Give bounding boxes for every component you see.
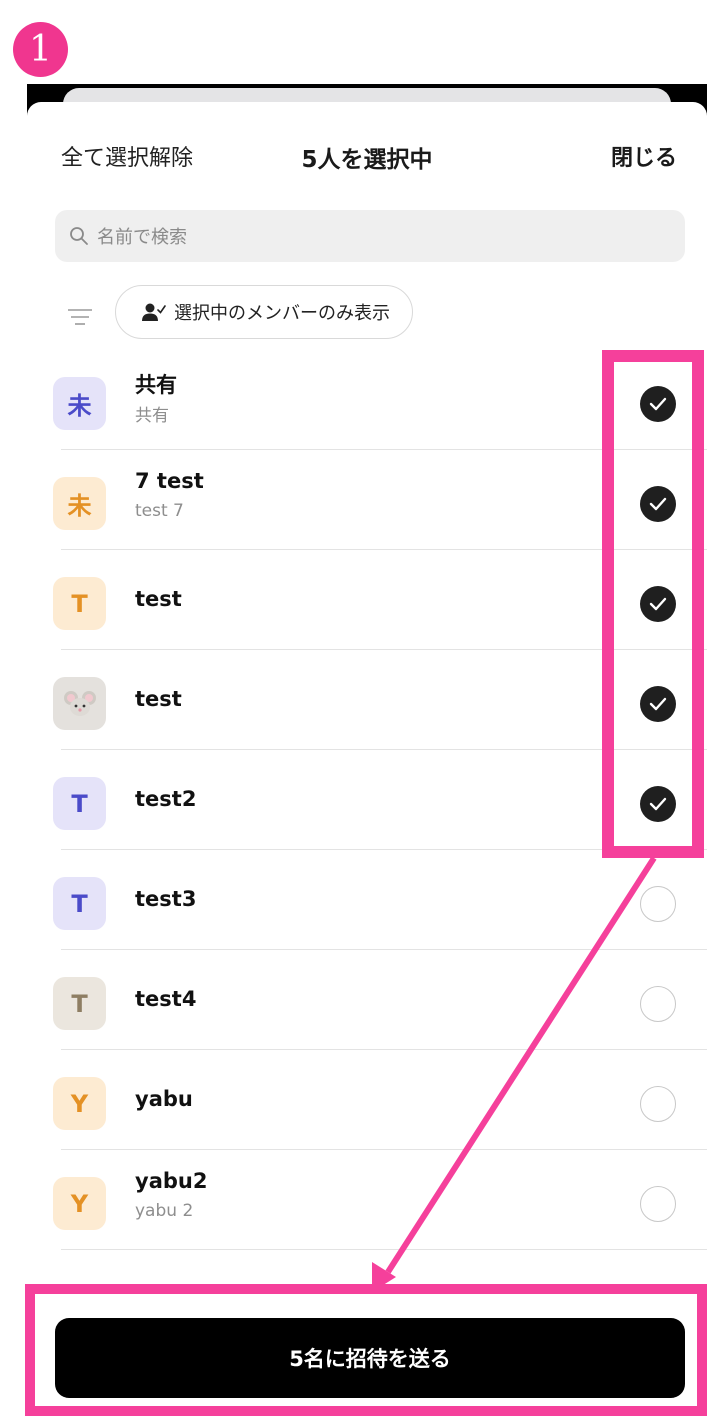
member-row[interactable]: Yyabu <box>27 1050 707 1150</box>
member-row[interactable]: Yyabu2 yabu 2 <box>27 1150 707 1250</box>
member-name: test3 <box>135 887 197 911</box>
member-avatar: T <box>53 577 106 630</box>
member-name: test4 <box>135 987 197 1011</box>
highlight-checkmarks-box <box>602 350 704 858</box>
search-input[interactable]: 名前で検索 <box>55 210 685 262</box>
member-avatar: 未 <box>53 377 106 430</box>
member-avatar: 未 <box>53 477 106 530</box>
member-subtitle: yabu 2 <box>135 1201 194 1221</box>
member-avatar: T <box>53 777 106 830</box>
member-subtitle: test 7 <box>135 501 184 521</box>
person-check-icon <box>142 303 166 321</box>
unchecked-checkbox[interactable] <box>640 1086 676 1122</box>
member-avatar: T <box>53 977 106 1030</box>
member-avatar: T <box>53 877 106 930</box>
sheet-title: 5人を選択中 <box>301 147 433 173</box>
member-name: 共有 <box>135 373 177 397</box>
unchecked-checkbox[interactable] <box>640 1186 676 1222</box>
member-row[interactable]: Ttest4 <box>27 950 707 1050</box>
member-name: test <box>135 587 182 611</box>
highlight-send-button-box <box>25 1284 707 1416</box>
search-placeholder: 名前で検索 <box>97 227 187 248</box>
member-name: test2 <box>135 787 197 811</box>
search-icon <box>70 227 88 245</box>
member-avatar: Y <box>53 1177 106 1230</box>
selected-only-filter-chip[interactable]: 選択中のメンバーのみ表示 <box>115 285 413 339</box>
unchecked-checkbox[interactable] <box>640 886 676 922</box>
chip-label: 選択中のメンバーのみ表示 <box>174 303 390 324</box>
member-name: test <box>135 687 182 711</box>
member-avatar <box>53 677 106 730</box>
member-avatar: Y <box>53 1077 106 1130</box>
mouse-icon <box>63 690 96 716</box>
filter-icon[interactable] <box>67 308 93 326</box>
member-name: yabu <box>135 1087 193 1111</box>
member-name: yabu2 <box>135 1169 208 1193</box>
step-number-badge: 1 <box>13 22 68 77</box>
close-button[interactable]: 閉じる <box>611 140 677 172</box>
member-name: 7 test <box>135 469 204 493</box>
member-row[interactable]: Ttest3 <box>27 850 707 950</box>
member-subtitle: 共有 <box>135 406 169 426</box>
unchecked-checkbox[interactable] <box>640 986 676 1022</box>
